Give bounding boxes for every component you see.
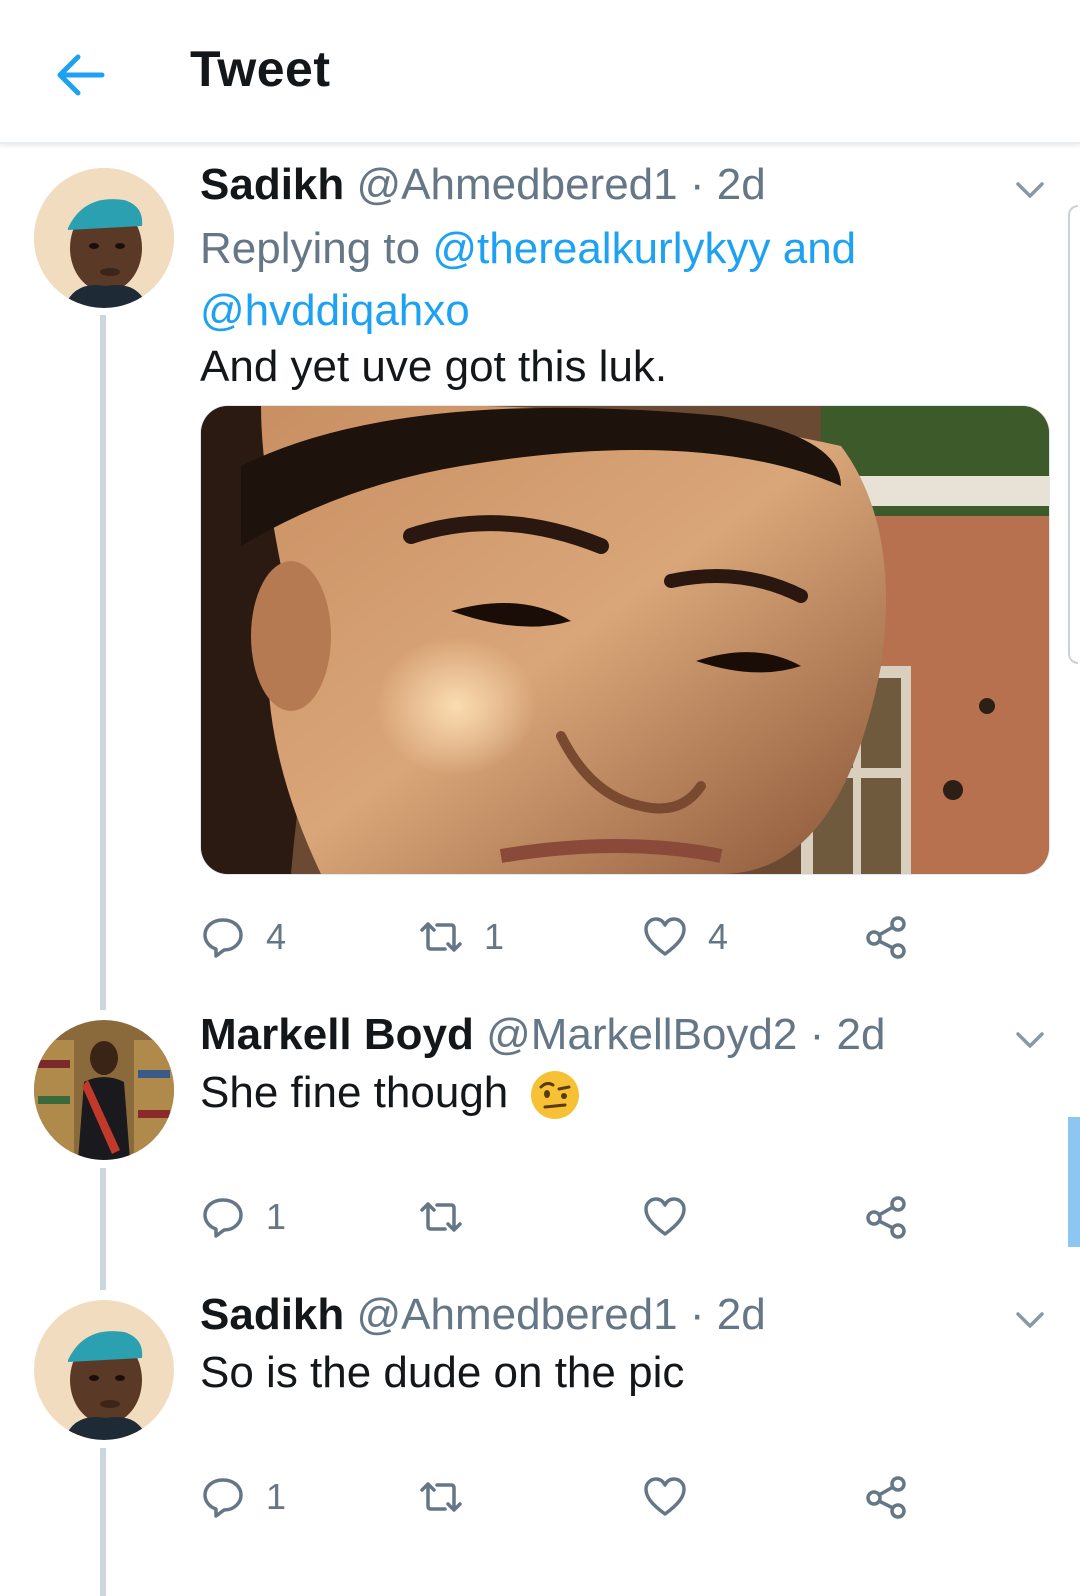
mention-conjunction[interactable]: and: [783, 224, 856, 273]
like-button[interactable]: [642, 1192, 708, 1242]
like-button[interactable]: 4: [642, 912, 728, 962]
tweet[interactable]: Markell Boyd @MarkellBoyd2 · 2d She fine…: [0, 1010, 1080, 1290]
like-count: 4: [708, 916, 729, 957]
arrow-left-icon: [57, 54, 105, 96]
tweet-image[interactable]: [200, 405, 1050, 875]
retweet-count: 1: [484, 916, 505, 957]
share-button[interactable]: [864, 1192, 910, 1242]
separator-dot: ·: [809, 1010, 825, 1059]
tweet-text: So is the dude on the pic: [200, 1348, 685, 1397]
reply-icon: [203, 1198, 243, 1238]
avatar[interactable]: [34, 1300, 174, 1440]
reply-button[interactable]: 1: [200, 1472, 286, 1522]
username[interactable]: @MarkellBoyd2: [486, 1010, 797, 1059]
reply-button[interactable]: 4: [200, 912, 286, 962]
tweet-header: Sadikh @Ahmedbered1 · 2d: [200, 160, 766, 210]
avatar[interactable]: [34, 1020, 174, 1160]
share-icon: [866, 1196, 906, 1239]
thread-line: [100, 1448, 106, 1596]
tweet-text: And yet uve got this luk.: [200, 342, 668, 391]
timestamp[interactable]: 2d: [836, 1010, 885, 1059]
share-icon: [866, 1476, 906, 1519]
reply-count: 4: [266, 916, 287, 957]
tweet-actions: 4 1 4: [200, 912, 1040, 962]
reply-count: 1: [266, 1196, 287, 1237]
mention-link[interactable]: @hvddiqahxo: [200, 286, 470, 335]
replying-to: Replying to @therealkurlykyy and @hvddiq…: [200, 218, 920, 342]
timestamp[interactable]: 2d: [717, 160, 766, 209]
tweet-header: Sadikh @Ahmedbered1 · 2d: [200, 1290, 766, 1340]
reply-icon: [203, 918, 243, 958]
username[interactable]: @Ahmedbered1: [357, 1290, 678, 1339]
retweet-button[interactable]: 1: [418, 912, 504, 962]
retweet-button[interactable]: [418, 1192, 484, 1242]
reply-count: 1: [266, 1476, 287, 1517]
back-button[interactable]: [50, 45, 110, 105]
display-name[interactable]: Markell Boyd: [200, 1010, 474, 1059]
heart-icon: [644, 917, 686, 956]
share-button[interactable]: [864, 912, 910, 962]
share-icon: [866, 916, 906, 959]
tweet-text: She fine though: [200, 1068, 509, 1117]
avatar-photo: [34, 168, 174, 308]
retweet-button[interactable]: [418, 1472, 484, 1522]
avatar-photo: [34, 1300, 174, 1440]
separator-dot: ·: [689, 160, 705, 209]
share-button[interactable]: [864, 1472, 910, 1522]
page-title: Tweet: [190, 41, 331, 97]
avatar[interactable]: [34, 168, 174, 308]
replying-to-label: Replying to: [200, 224, 421, 273]
reply-button[interactable]: 1: [200, 1192, 286, 1242]
thread-line: [100, 315, 106, 1010]
chevron-down-icon: [1016, 182, 1044, 198]
top-app-bar: Tweet: [0, 0, 1080, 144]
separator-dot: ·: [689, 1290, 705, 1339]
heart-icon: [644, 1477, 686, 1516]
face-photo: [201, 406, 1049, 874]
raised-eyebrow-emoji: [530, 1071, 579, 1120]
retweet-icon: [420, 1202, 462, 1232]
retweet-icon: [420, 922, 462, 952]
reply-icon: [203, 1478, 243, 1518]
tweet[interactable]: Sadikh @Ahmedbered1 · 2d Replying to @th…: [0, 160, 1080, 1010]
tweet-actions: 1: [200, 1192, 1040, 1242]
tweet-header: Markell Boyd @MarkellBoyd2 · 2d: [200, 1010, 885, 1060]
chevron-down-icon: [1016, 1312, 1044, 1328]
heart-icon: [644, 1197, 686, 1236]
mention-link[interactable]: @therealkurlykyy: [432, 224, 770, 273]
username[interactable]: @Ahmedbered1: [357, 160, 678, 209]
like-button[interactable]: [642, 1472, 708, 1522]
thread-line: [100, 1168, 106, 1290]
chevron-down-icon: [1016, 1032, 1044, 1048]
tweet-options-button[interactable]: [1012, 176, 1048, 204]
display-name[interactable]: Sadikh: [200, 160, 344, 209]
timestamp[interactable]: 2d: [717, 1290, 766, 1339]
tweet-options-button[interactable]: [1012, 1026, 1048, 1054]
retweet-icon: [420, 1482, 462, 1512]
avatar-photo: [34, 1020, 174, 1160]
display-name[interactable]: Sadikh: [200, 1290, 344, 1339]
tweet-actions: 1: [200, 1472, 1040, 1522]
tweet-options-button[interactable]: [1012, 1306, 1048, 1334]
tweet-text-line: She fine though: [200, 1068, 581, 1121]
tweet[interactable]: Sadikh @Ahmedbered1 · 2d So is the dude …: [0, 1290, 1080, 1596]
